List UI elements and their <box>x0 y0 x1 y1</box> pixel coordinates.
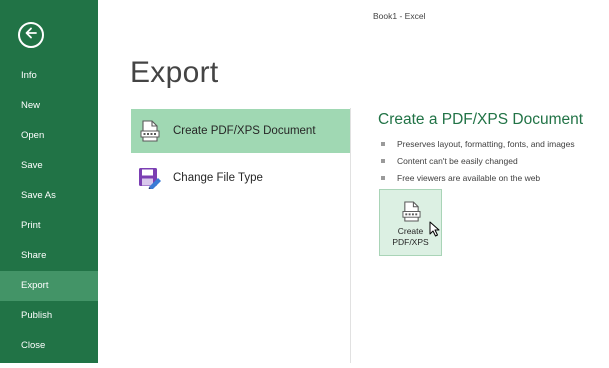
mouse-cursor-icon <box>429 221 440 242</box>
page-title: Export <box>130 56 219 89</box>
detail-title: Create a PDF/XPS Document <box>378 111 584 128</box>
back-button[interactable] <box>18 22 44 48</box>
pdf-document-icon <box>402 201 421 227</box>
nav-open[interactable]: Open <box>0 121 98 151</box>
nav-share[interactable]: Share <box>0 241 98 271</box>
option-change-file-type-label: Change File Type <box>173 172 263 184</box>
nav-print[interactable]: Print <box>0 211 98 241</box>
arrow-left-icon <box>24 26 38 45</box>
bullet-icon <box>381 175 385 180</box>
feature-list: Preserves layout, formatting, fonts, and… <box>381 135 575 186</box>
vertical-divider <box>350 108 351 363</box>
bullet-icon <box>381 141 385 146</box>
nav-publish[interactable]: Publish <box>0 301 98 331</box>
option-change-file-type[interactable]: Change File Type <box>131 156 350 200</box>
save-as-type-icon <box>138 166 162 190</box>
list-item: Content can't be easily changed <box>381 152 575 169</box>
nav-save-as[interactable]: Save As <box>0 181 98 211</box>
nav-close[interactable]: Close <box>0 331 98 361</box>
pdf-document-icon <box>138 119 162 143</box>
list-item: Free viewers are available on the web <box>381 169 575 186</box>
list-item: Preserves layout, formatting, fonts, and… <box>381 135 575 152</box>
option-create-pdf-xps[interactable]: Create PDF/XPS Document <box>131 109 350 153</box>
window-title: Book1 - Excel <box>373 11 426 21</box>
nav-info[interactable]: Info <box>0 61 98 91</box>
backstage-sidebar: Info New Open Save Save As Print Share E… <box>0 0 98 363</box>
backstage-main: Book1 - Excel Export Create PDF/XPS Docu… <box>98 0 605 363</box>
bullet-icon <box>381 158 385 163</box>
nav-export[interactable]: Export <box>0 271 98 301</box>
nav-save[interactable]: Save <box>0 151 98 181</box>
option-create-pdf-xps-label: Create PDF/XPS Document <box>173 125 316 137</box>
nav-new[interactable]: New <box>0 91 98 121</box>
